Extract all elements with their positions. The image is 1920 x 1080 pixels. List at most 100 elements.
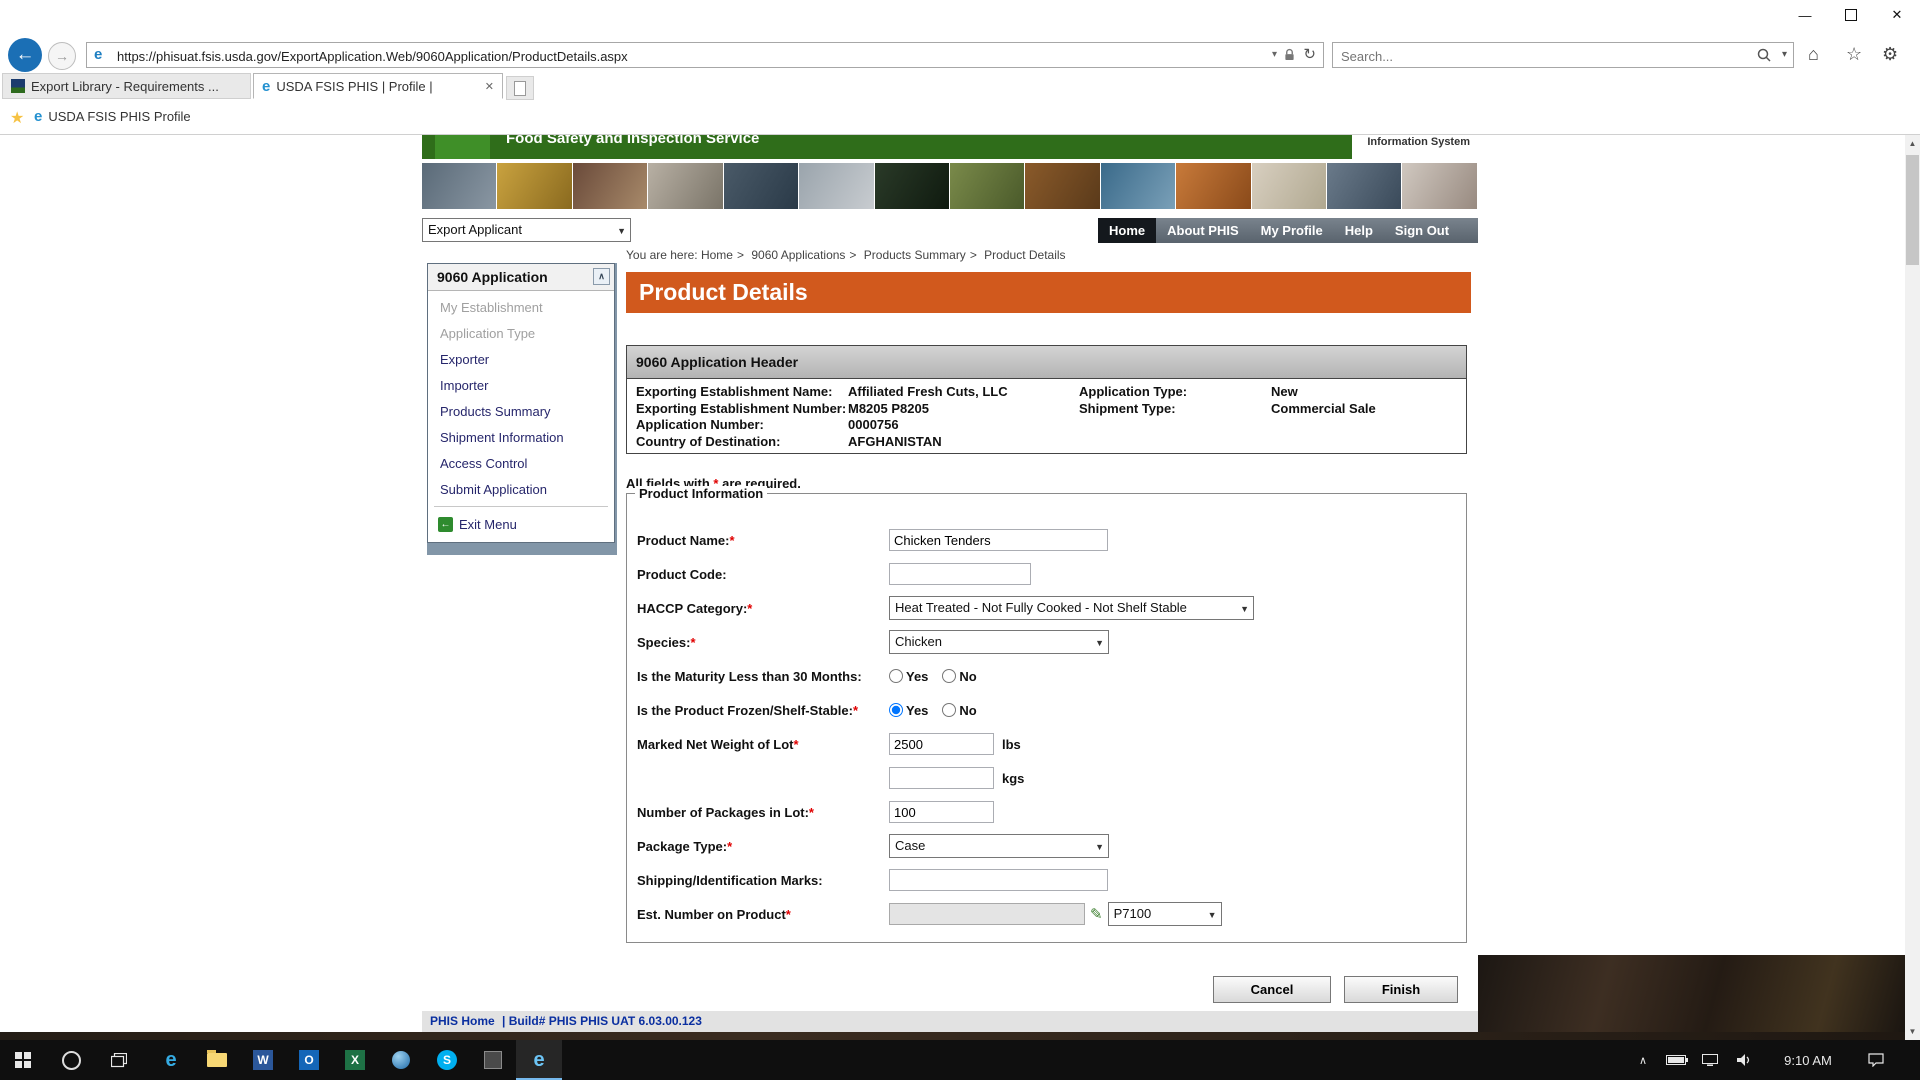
net-weight-lbs-input[interactable] <box>889 733 994 755</box>
collapse-button[interactable]: ∧ <box>593 268 610 285</box>
settings-gear-icon[interactable]: ⚙ <box>1882 44 1898 65</box>
product-code-input[interactable] <box>889 563 1031 585</box>
new-tab-button[interactable] <box>506 76 534 100</box>
taskbar-word-icon[interactable]: W <box>240 1040 286 1080</box>
scroll-down-icon[interactable]: ▼ <box>1905 1023 1920 1040</box>
close-button[interactable]: ✕ <box>1874 0 1920 30</box>
taskbar-app-icon[interactable] <box>470 1040 516 1080</box>
taskbar-ie-icon[interactable]: e <box>516 1040 562 1080</box>
est-number-row: Est. Number on Product* ✎ P7100 ▼ <box>637 902 1466 926</box>
sidebar-item-submit-application[interactable]: Submit Application <box>428 477 614 503</box>
country-of-destination-value: AFGHANISTAN <box>848 434 942 451</box>
frozen-no-radio[interactable] <box>942 703 956 717</box>
sidebar-item-shipment-information[interactable]: Shipment Information <box>428 425 614 451</box>
cortana-button[interactable] <box>48 1040 94 1080</box>
search-input[interactable] <box>1339 45 1733 67</box>
sidebar-item-importer[interactable]: Importer <box>428 373 614 399</box>
cancel-button[interactable]: Cancel <box>1213 976 1331 1003</box>
refresh-icon[interactable]: ↻ <box>1303 45 1316 63</box>
start-button[interactable] <box>0 1040 46 1080</box>
banner-photo <box>422 163 497 209</box>
home-icon[interactable]: ⌂ <box>1808 44 1819 65</box>
battery-icon[interactable] <box>1662 1040 1692 1080</box>
export-applicant-select[interactable]: Export Applicant ▼ <box>422 218 631 242</box>
tab-export-library[interactable]: Export Library - Requirements ... <box>2 73 251 99</box>
finish-button[interactable]: Finish <box>1344 976 1458 1003</box>
product-name-input[interactable] <box>889 529 1108 551</box>
species-select[interactable]: Chicken ▼ <box>889 630 1109 654</box>
page-icon: e <box>94 46 102 63</box>
banner-photo <box>1025 163 1100 209</box>
address-bar[interactable]: e ▾ ↻ <box>86 42 1324 68</box>
exit-menu-item[interactable]: ← Exit Menu <box>428 510 614 538</box>
favorite-page-icon: e <box>34 108 42 125</box>
breadcrumb-link-products-summary[interactable]: Products Summary <box>864 248 966 262</box>
net-weight-kgs-input[interactable] <box>889 767 994 789</box>
app-icon <box>484 1051 502 1069</box>
taskbar-skype-icon[interactable]: S <box>424 1040 470 1080</box>
search-icon[interactable] <box>1757 48 1771 67</box>
packages-in-lot-input[interactable] <box>889 801 994 823</box>
nav-item-my-profile[interactable]: My Profile <box>1250 218 1334 243</box>
favorites-item-phis[interactable]: e USDA FSIS PHIS Profile <box>34 108 191 125</box>
taskbar-edge-icon[interactable]: e <box>148 1040 194 1080</box>
page-scrollbar[interactable]: ▲ ▼ <box>1905 135 1920 1040</box>
taskbar-explorer-icon[interactable] <box>194 1040 240 1080</box>
scroll-thumb[interactable] <box>1906 155 1919 265</box>
notification-center-icon[interactable] <box>1856 1040 1896 1080</box>
breadcrumb-link-9060-applications[interactable]: 9060 Applications <box>751 248 845 262</box>
url-input[interactable] <box>115 45 1239 67</box>
sidebar-item-access-control[interactable]: Access Control <box>428 451 614 477</box>
tab-usda-phis-profile[interactable]: e USDA FSIS PHIS | Profile | ✕ <box>253 73 503 99</box>
shipping-marks-input[interactable] <box>889 869 1108 891</box>
country-of-destination-label: Country of Destination: <box>636 434 848 451</box>
shipment-type-value: Commercial Sale <box>1271 401 1376 418</box>
taskbar-globe-icon[interactable] <box>378 1040 424 1080</box>
restore-button[interactable] <box>1828 0 1874 30</box>
minimize-button[interactable]: — <box>1782 0 1828 30</box>
frozen-yes-radio[interactable] <box>889 703 903 717</box>
nav-item-home[interactable]: Home <box>1098 218 1156 243</box>
nav-item-sign-out[interactable]: Sign Out <box>1384 218 1460 243</box>
taskbar-excel-icon[interactable]: X <box>332 1040 378 1080</box>
export-applicant-value: Export Applicant <box>428 222 522 237</box>
maturity-yes-radio[interactable] <box>889 669 903 683</box>
usda-fsis-logo <box>435 135 490 159</box>
select-arrow-icon: ▼ <box>1208 904 1217 926</box>
speaker-icon[interactable] <box>1730 1040 1760 1080</box>
back-button[interactable]: ← <box>8 38 42 72</box>
phis-home-link[interactable]: PHIS Home <box>430 1014 495 1028</box>
package-type-select[interactable]: Case ▼ <box>889 834 1109 858</box>
favorites-icon[interactable]: ☆ <box>1846 44 1862 65</box>
scroll-up-icon[interactable]: ▲ <box>1905 135 1920 152</box>
search-caret-icon[interactable]: ▾ <box>1782 49 1787 60</box>
maturity-no-radio[interactable] <box>942 669 956 683</box>
package-type-row: Package Type:* Case ▼ <box>637 834 1466 858</box>
sidebar-title: 9060 Application <box>437 269 548 285</box>
display-icon[interactable] <box>1696 1040 1724 1080</box>
est-number-select[interactable]: P7100 ▼ <box>1108 902 1222 926</box>
package-type-label: Package Type:* <box>637 839 889 854</box>
required-star: * <box>786 907 791 922</box>
sidebar-menu: 9060 Application ∧ My Establishment Appl… <box>427 263 615 543</box>
breadcrumb-link-home[interactable]: Home <box>701 248 733 262</box>
search-box[interactable]: ▾ <box>1332 42 1794 68</box>
banner-photo <box>724 163 799 209</box>
taskbar-outlook-icon[interactable]: O <box>286 1040 332 1080</box>
breadcrumb-separator: > <box>733 248 748 262</box>
haccp-category-select[interactable]: Heat Treated - Not Fully Cooked - Not Sh… <box>889 596 1254 620</box>
nav-item-about-phis[interactable]: About PHIS <box>1156 218 1250 243</box>
address-dropdown-caret-icon[interactable]: ▾ <box>1272 49 1277 60</box>
sidebar-item-exporter[interactable]: Exporter <box>428 347 614 373</box>
favorites-star-icon[interactable]: ★ <box>10 108 24 128</box>
task-view-button[interactable] <box>96 1040 142 1080</box>
sidebar-item-products-summary[interactable]: Products Summary <box>428 399 614 425</box>
nav-item-help[interactable]: Help <box>1334 218 1384 243</box>
tray-chevron-icon[interactable]: ∧ <box>1630 1040 1656 1080</box>
banner-photo <box>1176 163 1251 209</box>
forward-button[interactable]: → <box>48 42 76 70</box>
app-header-row: Shipment Type:Commercial Sale <box>1079 401 1376 418</box>
clock[interactable]: 9:10 AM <box>1768 1040 1848 1080</box>
tab-close-icon[interactable]: ✕ <box>485 80 494 93</box>
edit-pencil-icon[interactable]: ✎ <box>1090 905 1103 923</box>
